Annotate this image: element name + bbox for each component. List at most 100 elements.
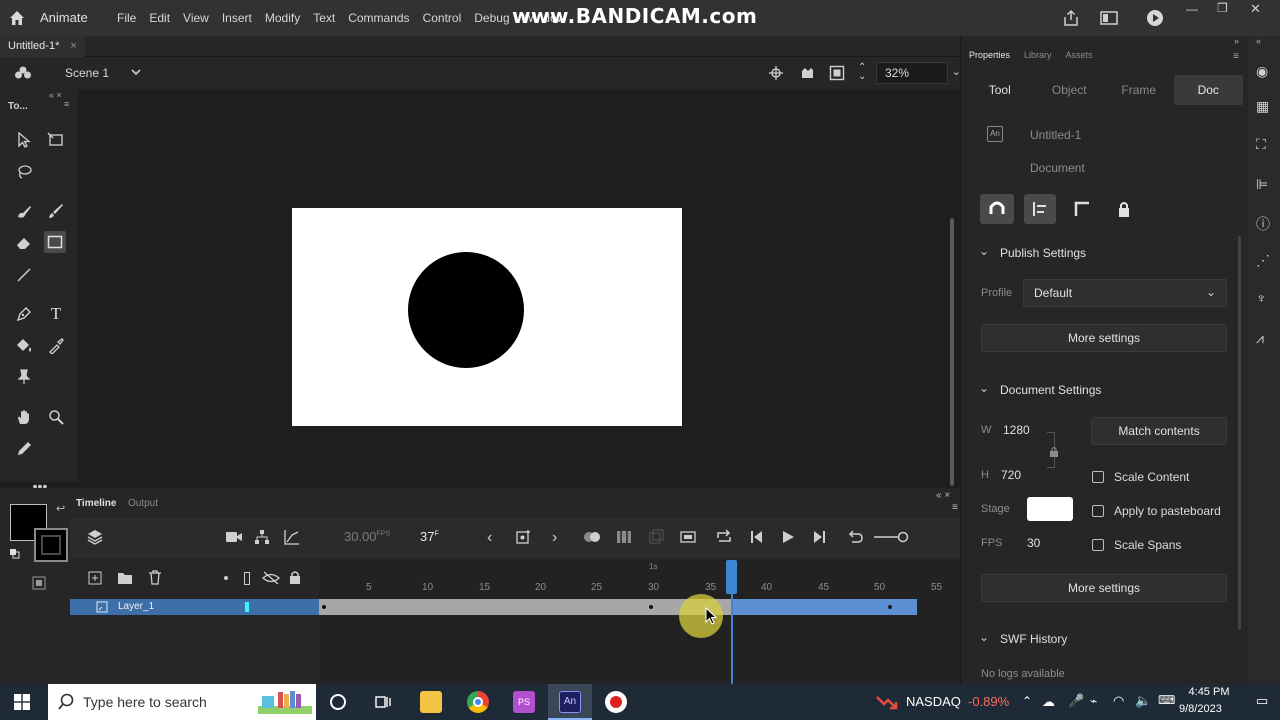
corner-button[interactable] xyxy=(1066,194,1098,224)
camera-icon[interactable] xyxy=(225,530,243,544)
frames-area[interactable] xyxy=(319,560,968,684)
eyedropper-tool-icon[interactable] xyxy=(45,335,67,357)
taskbar-search-box[interactable]: Type here to search xyxy=(48,684,316,720)
document-more-settings-button[interactable]: More settings xyxy=(981,574,1227,602)
home-icon[interactable] xyxy=(8,9,26,27)
lock-layers-icon[interactable] xyxy=(289,570,301,585)
tab-timeline[interactable]: Timeline xyxy=(76,498,116,509)
motion-presets-icon[interactable]: ♆ xyxy=(1256,290,1267,306)
fps-display[interactable]: 30.00FPS xyxy=(344,529,390,544)
bandicam-record-icon[interactable] xyxy=(605,691,627,713)
menu-file[interactable]: File xyxy=(117,11,136,25)
menu-debug[interactable]: Debug xyxy=(474,11,509,25)
onedrive-icon[interactable]: ☁ xyxy=(1042,694,1055,710)
undo-frames-icon[interactable] xyxy=(846,529,864,545)
tab-assets[interactable]: Assets xyxy=(1066,50,1093,60)
match-contents-button[interactable]: Match contents xyxy=(1091,417,1227,445)
layer-row[interactable]: Layer_1 xyxy=(70,599,319,615)
pencil-tool-icon[interactable] xyxy=(13,438,35,460)
prev-keyframe-icon[interactable]: ‹ xyxy=(487,529,492,547)
stage-color-swatch[interactable] xyxy=(1027,497,1073,521)
animate-taskbar-active[interactable]: An xyxy=(548,684,592,720)
minimize-icon[interactable]: — xyxy=(1186,2,1198,16)
link-lock-icon[interactable] xyxy=(1049,446,1059,458)
hand-tool-icon[interactable] xyxy=(13,406,35,428)
collapse-timeline-icon[interactable]: « × xyxy=(936,490,950,501)
transform-panel-icon[interactable]: ⛶ xyxy=(1256,136,1266,153)
timeline-menu-icon[interactable]: ≡ xyxy=(952,502,958,513)
line-tool-icon[interactable] xyxy=(13,264,35,286)
edit-multiple-frames-icon[interactable] xyxy=(616,529,632,545)
current-frame-display[interactable]: 37F xyxy=(420,529,439,544)
pen-tool-icon[interactable] xyxy=(13,303,35,325)
volume-icon[interactable]: 🔈 xyxy=(1135,693,1151,709)
loop-icon[interactable] xyxy=(715,529,733,545)
language-icon[interactable]: ⌨ xyxy=(1158,693,1175,707)
parenting-icon[interactable] xyxy=(254,529,270,545)
symbol-icon[interactable] xyxy=(14,65,32,81)
chrome-icon[interactable] xyxy=(467,691,489,713)
lock-button[interactable] xyxy=(1108,194,1140,224)
insert-keyframe-icon[interactable] xyxy=(516,529,532,545)
play-test-icon[interactable] xyxy=(1146,9,1164,27)
snap-button[interactable] xyxy=(980,194,1014,224)
step-back-icon[interactable] xyxy=(750,530,764,544)
layout-icon[interactable] xyxy=(1100,10,1118,26)
text-tool-icon[interactable]: T xyxy=(45,303,67,325)
color-panel-icon[interactable]: ◉ xyxy=(1256,63,1268,80)
properties-scrollbar[interactable] xyxy=(1238,236,1241,630)
paint-bucket-tool-icon[interactable] xyxy=(13,335,35,357)
collapse-strip-icon[interactable]: « xyxy=(1256,36,1261,46)
keyframe-marker[interactable] xyxy=(888,605,892,609)
brush-tool-icon[interactable] xyxy=(45,200,67,222)
share-icon[interactable] xyxy=(1062,9,1080,27)
menu-view[interactable]: View xyxy=(183,11,209,25)
new-folder-icon[interactable] xyxy=(117,571,133,585)
swatches-panel-icon[interactable]: ▦ xyxy=(1256,98,1269,115)
tab-library[interactable]: Library xyxy=(1024,50,1052,60)
menu-control[interactable]: Control xyxy=(423,11,462,25)
center-stage-icon[interactable] xyxy=(768,65,784,81)
power-icon[interactable]: ⌁ xyxy=(1090,694,1097,708)
tab-output[interactable]: Output xyxy=(128,498,158,509)
outline-layers-icon[interactable] xyxy=(244,572,250,585)
free-transform-tool-icon[interactable] xyxy=(45,129,67,151)
publish-more-settings-button[interactable]: More settings xyxy=(981,324,1227,352)
tab-tool[interactable]: Tool xyxy=(965,75,1035,105)
lasso-tool-icon[interactable] xyxy=(13,161,35,183)
default-colors-icon[interactable] xyxy=(9,548,21,560)
tab-properties[interactable]: Properties xyxy=(969,50,1010,60)
fps-input[interactable]: 30 xyxy=(1027,536,1040,550)
wifi-icon[interactable]: ◠ xyxy=(1113,693,1124,709)
layer-name[interactable]: Layer_1 xyxy=(118,601,154,612)
tray-expand-icon[interactable]: ⌃ xyxy=(1022,694,1032,708)
clock-time[interactable]: 4:45 PM xyxy=(1185,686,1233,698)
graph-icon[interactable] xyxy=(284,529,300,545)
motion-editor-icon[interactable]: ⩘ xyxy=(1256,330,1264,347)
photoshop-icon[interactable]: PS xyxy=(513,691,535,713)
microphone-icon[interactable]: 🎤 xyxy=(1068,693,1084,709)
delete-layer-icon[interactable] xyxy=(148,570,162,585)
swap-colors-icon[interactable]: ↩ xyxy=(56,502,65,515)
scale-content-checkbox[interactable] xyxy=(1092,471,1104,483)
frame-span-selected[interactable] xyxy=(731,599,917,615)
play-icon[interactable] xyxy=(781,530,795,544)
stage-canvas[interactable] xyxy=(292,208,682,426)
new-layer-icon[interactable] xyxy=(88,571,102,585)
chevron-down-icon[interactable] xyxy=(130,67,142,77)
document-tab[interactable]: Untitled-1* × xyxy=(0,36,85,57)
clock-date[interactable]: 9/8/2023 xyxy=(1179,703,1222,715)
profile-select[interactable]: Default ⌄ xyxy=(1023,279,1227,307)
windows-start-icon[interactable] xyxy=(14,694,30,710)
tab-frame[interactable]: Frame xyxy=(1104,75,1174,105)
fill-color-swatch[interactable] xyxy=(34,528,68,562)
no-color-icon[interactable] xyxy=(32,576,46,590)
panel-menu-icon[interactable]: ≡ xyxy=(64,100,69,109)
height-input[interactable]: 720 xyxy=(1001,468,1021,482)
close-icon[interactable]: ✕ xyxy=(1250,1,1261,17)
notifications-icon[interactable]: ▭ xyxy=(1256,693,1268,709)
keyframe-marker[interactable] xyxy=(649,605,653,609)
loop-region-icon[interactable] xyxy=(680,530,696,544)
fit-stage-icon[interactable] xyxy=(829,65,845,81)
expand-panel-icon[interactable]: » xyxy=(1234,36,1239,46)
